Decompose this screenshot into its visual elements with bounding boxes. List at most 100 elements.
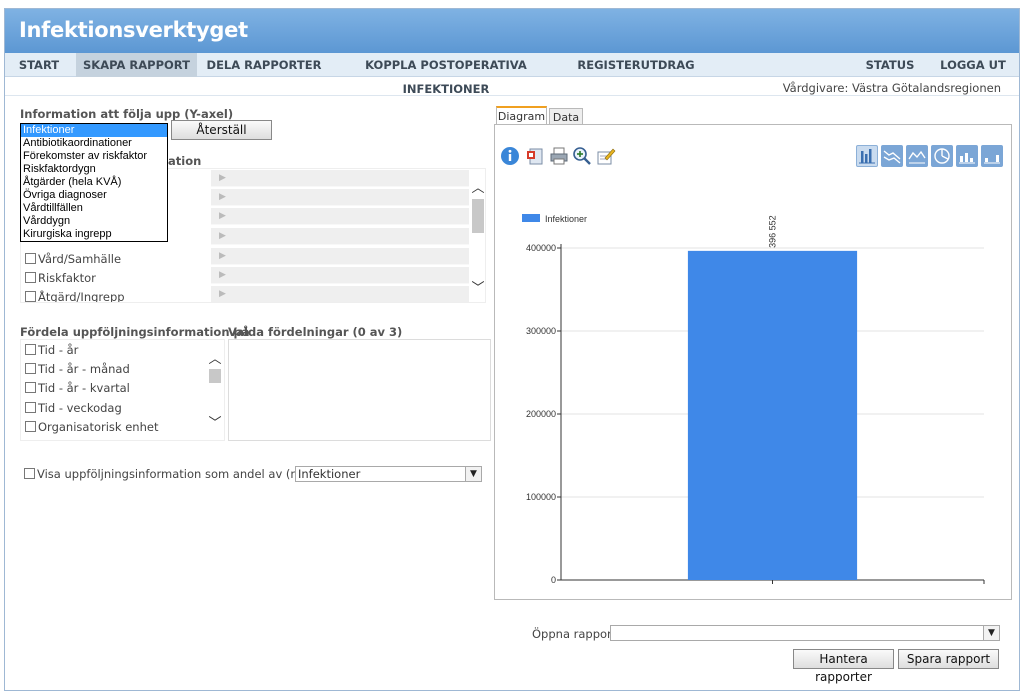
checkbox[interactable] [25, 344, 36, 355]
stacked-chart-icon[interactable] [981, 145, 1003, 167]
expand-bar[interactable]: ▶ [211, 170, 469, 187]
nav-logga-ut[interactable]: LOGGA UT [935, 53, 1011, 77]
yaxis-option[interactable]: Infektioner [21, 124, 167, 137]
checkbox[interactable] [25, 382, 36, 393]
expand-bar[interactable]: ▶ [211, 267, 469, 284]
distribute-item[interactable]: Tid - år [25, 343, 78, 362]
checkbox[interactable] [25, 363, 36, 374]
checkbox[interactable] [25, 291, 36, 302]
yaxis-option[interactable]: Antibiotikaordinationer [21, 137, 167, 150]
yaxis-option[interactable]: Åtgärder (hela KVÅ) [21, 176, 167, 189]
andel-select[interactable]: Infektioner ▼ [295, 466, 482, 482]
nav-dela-rapporter[interactable]: DELA RAPPORTER [205, 53, 323, 77]
yaxis-option[interactable]: Övriga diagnoser [21, 189, 167, 202]
expand-bar[interactable]: ▶ [211, 248, 469, 265]
distribute-list: Tid - år Tid - år - månad Tid - år - kva… [20, 339, 225, 441]
scroll-thumb[interactable] [472, 199, 484, 233]
scroll-up-icon[interactable]: ︿ [207, 352, 223, 366]
checkbox[interactable] [25, 402, 36, 413]
filter-label: ation [168, 154, 202, 168]
yaxis-option[interactable]: Riskfaktordygn [21, 163, 167, 176]
distribute-item[interactable]: Tid - år - kvartal [25, 381, 130, 400]
export-icon[interactable] [525, 146, 545, 166]
expand-arrow-icon: ▶ [219, 250, 226, 260]
selected-distributions-list[interactable] [228, 339, 491, 441]
checkbox[interactable] [25, 272, 36, 283]
checkbox[interactable] [25, 253, 36, 264]
nav-start[interactable]: START [11, 53, 67, 77]
distribute-item-label: Tid - veckodag [38, 401, 122, 415]
line-chart-icon[interactable] [881, 145, 903, 167]
edit-icon[interactable] [596, 146, 616, 166]
expand-arrow-icon: ▶ [219, 230, 226, 240]
bar-chart-icon[interactable] [856, 145, 878, 167]
reset-button[interactable]: Återställ [171, 120, 272, 140]
scroll-up-icon[interactable]: ︿ [470, 181, 485, 195]
open-report-label: Öppna rapport [532, 627, 617, 641]
filter-item-riskfaktor[interactable]: Riskfaktor [25, 271, 96, 290]
legend-label: Infektioner [545, 214, 587, 224]
y-tick-label: 0 [551, 575, 556, 585]
expand-arrow-icon: ▶ [219, 172, 226, 182]
column-chart-icon[interactable] [956, 145, 978, 167]
info-icon[interactable] [500, 146, 520, 166]
chevron-down-icon: ▼ [465, 467, 481, 481]
expand-arrow-icon: ▶ [219, 269, 226, 279]
expand-bar[interactable]: ▶ [211, 228, 469, 245]
vardgivare-text: Vårdgivare: Västra Götalandsregionen [782, 81, 1001, 95]
header-divider [5, 95, 1019, 96]
checkbox[interactable] [24, 468, 35, 479]
nav-status[interactable]: STATUS [857, 53, 923, 77]
scroll-down-icon[interactable]: ﹀ [207, 416, 223, 430]
app-title: Infektionsverktyget [19, 18, 248, 42]
chevron-down-icon: ▼ [983, 626, 999, 640]
bar [687, 250, 858, 580]
yaxis-dropdown-list[interactable]: Infektioner Antibiotikaordinationer Före… [20, 123, 168, 242]
expand-arrow-icon: ▶ [219, 191, 226, 201]
distribute-item[interactable]: Tid - år - månad [25, 362, 130, 381]
distribute-item[interactable]: Tid - veckodag [25, 401, 122, 420]
yaxis-option[interactable]: Förekomster av riskfaktor [21, 150, 167, 163]
legend-swatch [522, 214, 540, 222]
expand-bar[interactable]: ▶ [211, 286, 469, 302]
area-chart-icon[interactable] [906, 145, 928, 167]
andel-select-value: Infektioner [298, 467, 361, 481]
main-nav: START SKAPA RAPPORT DELA RAPPORTER KOPPL… [5, 53, 1019, 96]
distribute-item[interactable]: Organisatorisk enhet [25, 420, 158, 439]
app-header: Infektionsverktyget [5, 9, 1019, 53]
bar-chart: 0 100000 200000 300000 400000 396 552 Infektio… [522, 214, 985, 585]
yaxis-option[interactable]: Vårdtillfällen [21, 202, 167, 215]
filter-item-label: Åtgärd/Ingrepp [38, 290, 125, 303]
distribute-item-label: Tid - år - kvartal [38, 381, 130, 395]
filter-item-label: Riskfaktor [38, 271, 96, 285]
expand-bar[interactable]: ▶ [211, 208, 469, 225]
distribute-item-label: Organisatorisk enhet [38, 420, 159, 434]
manage-reports-button[interactable]: Hantera rapporter [793, 649, 894, 684]
data-label: 396 552 [768, 215, 778, 248]
filter-item-atgard-ingrepp[interactable]: Åtgärd/Ingrepp [25, 290, 125, 303]
scroll-down-icon[interactable]: ﹀ [470, 281, 485, 295]
scroll-thumb[interactable] [209, 369, 221, 383]
yaxis-option[interactable]: Vårddygn [21, 215, 167, 228]
nav-koppla-postoperativa[interactable]: KOPPLA POSTOPERATIVA INFEKTIONER [335, 53, 557, 96]
zoom-icon[interactable] [572, 146, 592, 166]
checkbox[interactable] [25, 421, 36, 432]
nav-registerutdrag[interactable]: REGISTERUTDRAG [577, 53, 695, 77]
distribute-label: Fördela uppföljningsinformation på [20, 325, 250, 339]
save-report-button[interactable]: Spara rapport [898, 649, 999, 669]
filter-scrollbar[interactable]: ︿ ﹀ [470, 177, 485, 301]
pie-chart-icon[interactable] [931, 145, 953, 167]
distribute-scrollbar[interactable]: ︿ ﹀ [207, 348, 223, 436]
filter-item-vard-samhalle[interactable]: Vård/Samhälle [25, 252, 121, 271]
yaxis-label: Information att följa upp (Y-axel) [20, 107, 234, 121]
yaxis-option[interactable]: Kirurgiska ingrepp [21, 228, 167, 241]
expand-bar[interactable]: ▶ [211, 189, 469, 206]
tab-diagram[interactable]: Diagram [496, 106, 547, 125]
selected-distributions-label: Valda fördelningar (0 av 3) [228, 325, 403, 339]
nav-skapa-rapport[interactable]: SKAPA RAPPORT [76, 53, 197, 77]
expand-arrow-icon: ▶ [219, 288, 226, 298]
y-tick-label: 300000 [526, 326, 556, 336]
distribute-item-label: Tid - år - månad [38, 362, 130, 376]
open-report-select[interactable]: ▼ [610, 625, 1000, 641]
print-icon[interactable] [549, 146, 569, 166]
